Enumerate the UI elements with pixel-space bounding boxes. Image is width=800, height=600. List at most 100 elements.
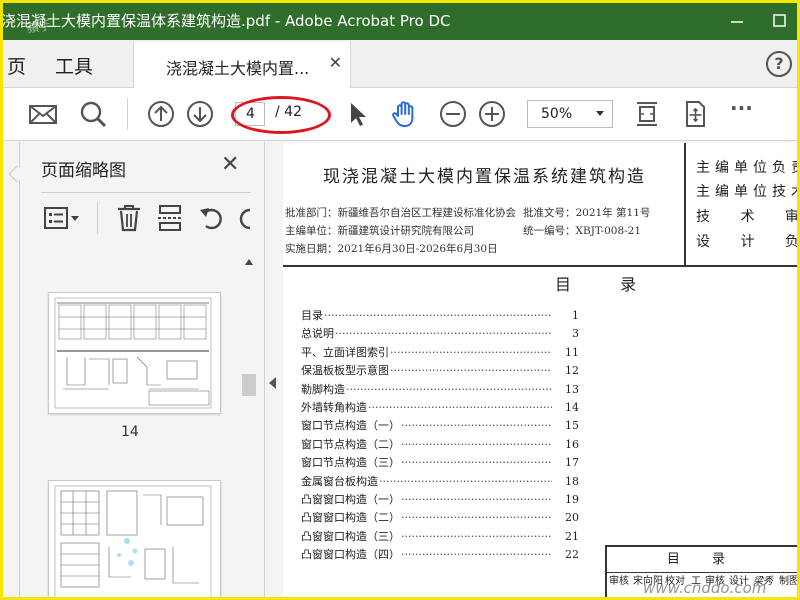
fit-page-icon[interactable] — [631, 98, 663, 130]
toc-entry-page: 11 — [565, 345, 579, 359]
toc-leader-dots: ········································… — [390, 364, 552, 378]
chevron-down-icon — [596, 111, 604, 116]
close-panel-button[interactable]: ✕ — [221, 152, 239, 177]
toc-entry-label: 总说明 — [301, 327, 334, 341]
thumbnail-page-number: 14 — [121, 424, 139, 440]
scroll-up-arrow-icon[interactable] — [245, 259, 253, 265]
toc-entry-label: 窗口节点构造（二） — [301, 437, 400, 451]
hand-tool-icon[interactable] — [389, 98, 421, 130]
meta-editor: 主编单位：新疆建筑设计研究院有限公司 — [285, 225, 474, 237]
toolbar-divider — [127, 98, 128, 130]
toc-entry-page: 15 — [565, 419, 579, 433]
app-window: 浇混凝土大模内置保温体系建筑构造.pdf - Adobe Acrobat Pro… — [0, 0, 800, 600]
zoom-in-icon[interactable] — [476, 98, 508, 130]
site-watermark: www.cnddo.com — [643, 579, 767, 597]
tab-document[interactable]: 浇混凝土大模内置... ✕ — [133, 40, 351, 88]
maximize-icon — [773, 14, 786, 27]
toc-entry-label: 勒脚构造 — [301, 382, 345, 396]
page-thumbnail-drawing — [54, 297, 212, 409]
help-button[interactable]: ? — [766, 51, 792, 77]
red-highlight-ellipse — [231, 96, 331, 134]
title-bar: 浇混凝土大模内置保温体系建筑构造.pdf - Adobe Acrobat Pro… — [3, 3, 797, 40]
close-tab-button[interactable]: ✕ — [329, 53, 342, 72]
maximize-button[interactable] — [759, 3, 797, 40]
toc-entry-page: 14 — [565, 401, 579, 414]
trash-icon[interactable] — [113, 202, 145, 234]
title-block-cell: 审核 — [609, 576, 629, 587]
toc-leader-dots: ········································… — [379, 474, 552, 488]
tab-home[interactable]: 页 — [7, 52, 26, 79]
role-chief-tech: 主编单位技术负责 — [696, 184, 797, 200]
thumbnail-panel: 页面缩略图 ✕ 14 — [3, 142, 265, 597]
role-design-lead: 设 计 负 责 — [696, 234, 797, 250]
toc-leader-dots: ········································… — [324, 309, 552, 322]
meta-approval-dept: 批准部门：新疆维吾尔自治区工程建设标准化协会 — [285, 207, 516, 219]
toc-entry-label: 金属窗台板构造 — [301, 474, 378, 488]
role-chief-unit: 主编单位负责 — [696, 160, 797, 176]
search-icon[interactable] — [77, 98, 109, 130]
toc-entry-page: 20 — [565, 511, 579, 525]
rotate-left-icon[interactable] — [197, 202, 229, 234]
rotate-view-icon[interactable] — [679, 98, 711, 130]
previous-page-icon[interactable] — [145, 98, 177, 130]
toc-entry-page: 12 — [565, 364, 579, 378]
toc-leader-dots: ········································… — [401, 456, 552, 470]
toc-leader-dots: ········································… — [401, 437, 552, 451]
rotate-right-icon[interactable] — [237, 202, 251, 234]
zoom-out-icon[interactable] — [437, 98, 469, 130]
toc-entry-page: 3 — [572, 327, 579, 341]
toc-entry-label: 平、立面详图索引 — [301, 345, 389, 359]
toc-entry-label: 凸窗窗口构造（二） — [301, 511, 400, 525]
toc-leader-dots: ········································… — [401, 419, 552, 433]
minimize-icon — [731, 21, 743, 23]
panel-divider — [41, 192, 251, 193]
page-thumbnail-drawing — [54, 485, 212, 597]
select-cursor-icon[interactable] — [341, 98, 373, 130]
toc-entry-label: 凸窗窗口构造（四） — [301, 548, 400, 562]
title-block-cell: 制图 — [779, 576, 797, 587]
tab-tools[interactable]: 工具 — [55, 52, 93, 79]
toc-title: 目 录 — [555, 275, 659, 294]
toc-entry-label: 凸窗窗口构造（三） — [301, 529, 400, 543]
toc-leader-dots: ········································… — [401, 529, 552, 543]
collapse-panel-arrow-icon[interactable] — [269, 377, 276, 389]
toc-entry-page: 17 — [565, 456, 579, 470]
page-thumbnail-next[interactable] — [48, 480, 221, 597]
toc-entry-label: 凸窗窗口构造（一） — [301, 493, 400, 506]
toc-entry-page: 21 — [565, 529, 579, 543]
zoom-value: 50% — [541, 106, 573, 122]
more-tools-button[interactable]: ··· — [730, 96, 762, 128]
document-title: 现浇混凝土大模内置保温系统建筑构造 — [323, 167, 646, 187]
scroll-thumb[interactable] — [242, 374, 256, 396]
panel-title: 页面缩略图 — [41, 161, 126, 181]
title-block-heading: 目 录 — [607, 547, 797, 573]
header-divider-vertical — [684, 143, 686, 265]
tab-bar: 页 工具 浇混凝土大模内置... ✕ ? — [3, 40, 797, 88]
header-divider — [283, 265, 797, 267]
document-tab-label: 浇混凝土大模内置... — [166, 59, 310, 78]
minimize-button[interactable] — [717, 3, 757, 40]
role-tech-review: 技 术 审 定 — [696, 209, 797, 225]
panel-pointer — [8, 165, 26, 183]
window-title: 浇混凝土大模内置保温体系建筑构造.pdf - Adobe Acrobat Pro… — [1, 12, 451, 30]
page-thumbnail-current[interactable] — [48, 292, 221, 414]
toolbar: 4 / 42 50% ··· — [3, 88, 797, 141]
toc-entry-label: 外墙转角构造 — [301, 401, 367, 414]
options-menu-icon[interactable] — [43, 202, 83, 234]
toc-entry-page: 22 — [565, 548, 579, 562]
toc-entry-label: 保温板板型示意图 — [301, 364, 389, 378]
next-page-icon[interactable] — [184, 98, 216, 130]
toc-entry-page: 16 — [565, 437, 579, 451]
mail-icon[interactable] — [27, 98, 59, 130]
zoom-select[interactable]: 50% — [527, 100, 613, 128]
extract-pages-icon[interactable] — [155, 202, 187, 234]
toc-entry-label: 窗口节点构造（一） — [301, 419, 400, 433]
toc-leader-dots: ········································… — [401, 548, 552, 562]
toc-leader-dots: ········································… — [401, 493, 552, 506]
thumbnail-scrollbar[interactable] — [240, 254, 258, 597]
toc-leader-dots: ········································… — [346, 382, 552, 396]
toc-entry-page: 18 — [565, 474, 579, 488]
toc-entry-page: 1 — [572, 309, 579, 322]
sidebar-edge — [19, 142, 20, 597]
toc-leader-dots: ········································… — [368, 401, 552, 414]
